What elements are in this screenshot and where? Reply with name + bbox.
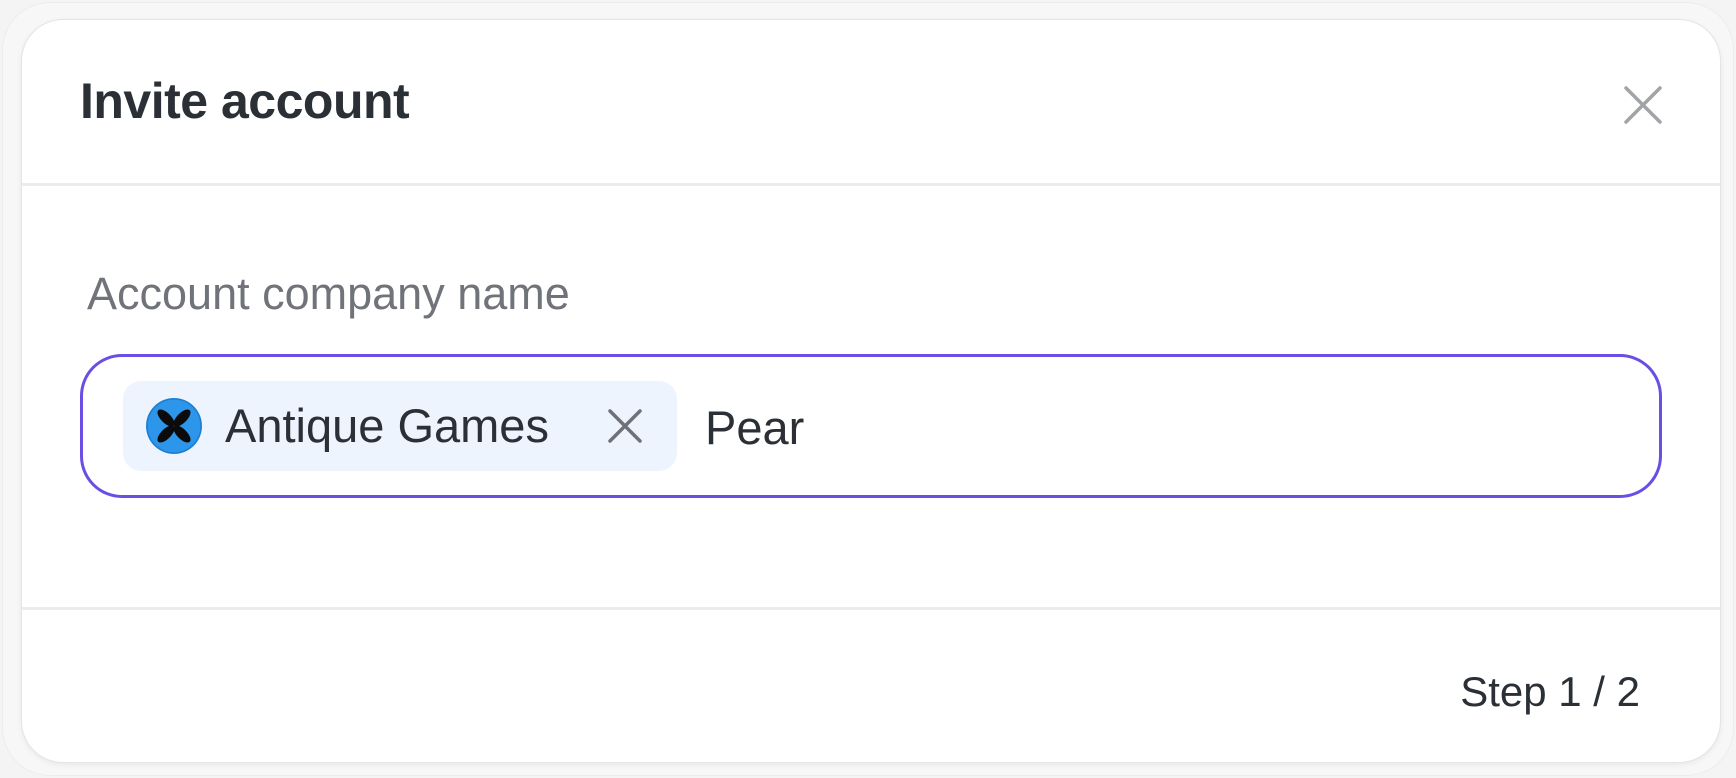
invite-account-dialog: Invite account Account company name Anti… — [21, 19, 1721, 763]
chip-label: Antique Games — [225, 399, 549, 452]
dialog-header: Invite account — [22, 20, 1720, 186]
dialog-footer: Step 1 / 2 — [22, 610, 1720, 762]
dialog-body: Account company name Antique Games — [22, 186, 1720, 610]
dialog-title: Invite account — [80, 73, 410, 129]
company-search-input[interactable] — [705, 387, 1605, 467]
chip-remove-button[interactable] — [605, 406, 645, 446]
close-icon — [1624, 86, 1662, 124]
step-indicator: Step 1 / 2 — [1460, 668, 1640, 715]
account-company-name-label: Account company name — [87, 268, 570, 319]
close-button[interactable] — [1618, 80, 1668, 130]
antique-games-logo-icon — [146, 398, 202, 454]
company-name-input-box[interactable]: Antique Games — [80, 354, 1662, 498]
close-icon — [608, 409, 642, 443]
modal-frame: Invite account Account company name Anti… — [2, 2, 1734, 776]
selected-company-chip[interactable]: Antique Games — [123, 381, 677, 471]
